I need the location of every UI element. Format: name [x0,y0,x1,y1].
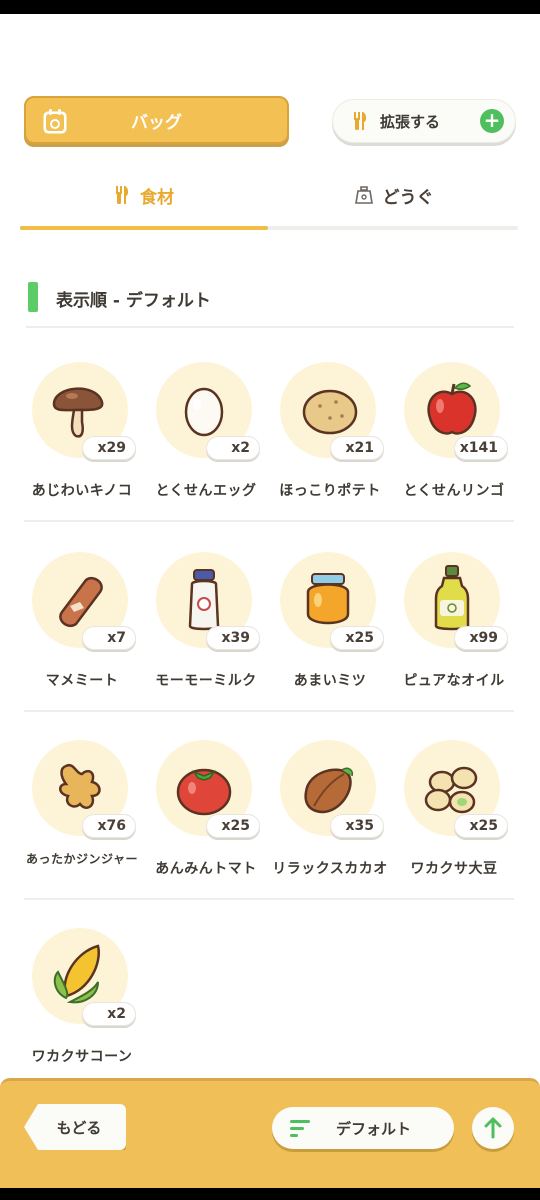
item-name: ほっこりポテト [279,483,381,499]
tab-food[interactable]: 食材 [20,180,268,210]
row-divider [24,520,514,522]
item-name: ワカクサ大豆 [410,861,498,877]
item-name: ワカクサコーン [31,1049,133,1065]
tool-bag-icon [354,186,373,204]
item-name: とくせんエッグ [155,483,257,499]
item-card[interactable]: x25 ワカクサ大豆 [396,740,520,890]
sort-title: 表示順 - デフォルト [56,291,211,311]
item-card[interactable]: x35 リラックスカカオ [272,740,396,890]
item-name: リラックスカカオ [272,861,388,877]
item-card[interactable]: x2 とくせんエッグ [148,362,272,512]
item-name: ピュアなオイル [403,673,505,689]
tab-tools[interactable]: どうぐ [270,180,518,210]
sort-lines-icon [290,1120,310,1137]
sort-button-label: デフォルト [336,1120,412,1138]
item-count: x76 [82,814,136,838]
sort-direction-button[interactable] [472,1107,514,1149]
item-card[interactable]: x76 あったかジンジャー [24,740,148,890]
item-card[interactable]: x39 モーモーミルク [148,552,272,702]
bag-button[interactable]: バッグ [24,96,289,144]
item-count: x99 [454,626,508,650]
item-card[interactable]: x7 マメミート [24,552,148,702]
item-name: モーモーミルク [155,673,257,689]
status-bar [0,0,540,14]
item-card[interactable]: x29 あじわいキノコ [24,362,148,512]
item-count: x25 [206,814,260,838]
item-count: x25 [330,626,384,650]
item-name: あじわいキノコ [31,483,133,499]
row-divider [24,898,514,900]
item-name: マメミート [45,673,119,689]
expand-label: 拡張する [380,113,441,131]
item-card[interactable]: x21 ほっこりポテト [272,362,396,512]
section-marker [28,282,38,312]
item-count: x29 [82,436,136,460]
item-count: x141 [454,436,508,460]
item-count: x35 [330,814,384,838]
back-button[interactable]: もどる [24,1104,126,1150]
item-count: x2 [82,1002,136,1026]
fork-knife-icon [354,112,367,130]
tab-food-label: 食材 [140,187,174,208]
item-card[interactable]: x25 あんみんトマト [148,740,272,890]
item-card[interactable]: x2 ワカクサコーン [24,928,148,1078]
item-count: x21 [330,436,384,460]
bag-icon [43,109,67,134]
sort-button[interactable]: デフォルト [272,1107,454,1149]
back-label: もどる [56,1118,102,1137]
item-name: あんみんトマト [155,861,257,877]
fork-knife-icon [116,186,129,204]
item-name: あったかジンジャー [26,852,138,866]
item-count: x2 [206,436,260,460]
navigation-bar [0,1188,540,1200]
arrow-up-icon [484,1117,502,1139]
item-count: x7 [82,626,136,650]
item-name: とくせんリンゴ [403,483,505,499]
plus-icon: + [480,109,504,133]
tab-tools-label: どうぐ [382,187,434,208]
item-name: あまいミツ [293,673,367,689]
item-count: x39 [206,626,260,650]
item-card[interactable]: x25 あまいミツ [272,552,396,702]
expand-button[interactable]: 拡張する + [332,99,516,143]
section-divider [26,326,514,328]
item-count: x25 [454,814,508,838]
tab-active-indicator [20,226,268,230]
row-divider [24,710,514,712]
item-card[interactable]: x141 とくせんリンゴ [396,362,520,512]
item-card[interactable]: x99 ピュアなオイル [396,552,520,702]
